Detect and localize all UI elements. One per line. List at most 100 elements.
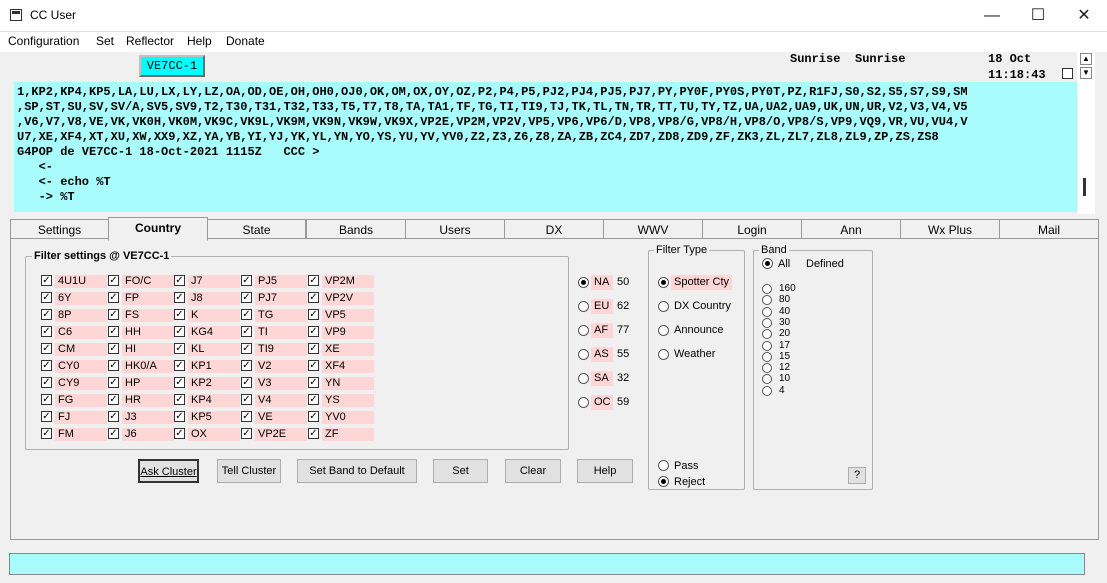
help-button[interactable]: Help bbox=[577, 459, 633, 483]
country-checkbox[interactable]: ✓ YN bbox=[308, 377, 374, 391]
close-button[interactable]: ✕ bbox=[1061, 0, 1107, 31]
menu-reflector[interactable]: Reflector bbox=[126, 34, 174, 48]
country-checkbox[interactable]: ✓ ZF bbox=[308, 428, 374, 442]
country-checkbox[interactable]: ✓ VP9 bbox=[308, 326, 374, 340]
tab-state[interactable]: State bbox=[207, 219, 306, 240]
set-band-default-button[interactable]: Set Band to Default bbox=[297, 459, 417, 483]
country-checkbox[interactable]: ✓ FJ bbox=[41, 411, 107, 425]
checkmark-icon[interactable]: ✓ bbox=[241, 377, 252, 388]
checkmark-icon[interactable]: ✓ bbox=[108, 292, 119, 303]
country-checkbox[interactable]: ✓ HH bbox=[108, 326, 174, 340]
checkmark-icon[interactable]: ✓ bbox=[41, 343, 52, 354]
clear-button[interactable]: Clear bbox=[505, 459, 561, 483]
checkmark-icon[interactable]: ✓ bbox=[41, 309, 52, 320]
band-radio[interactable] bbox=[762, 284, 772, 294]
country-checkbox[interactable]: ✓ HK0/A bbox=[108, 360, 174, 374]
checkmark-icon[interactable]: ✓ bbox=[108, 326, 119, 337]
country-checkbox[interactable]: ✓ OX bbox=[174, 428, 240, 442]
checkmark-icon[interactable]: ✓ bbox=[174, 394, 185, 405]
country-checkbox[interactable]: ✓ VP2E bbox=[241, 428, 307, 442]
country-checkbox[interactable]: ✓ CY9 bbox=[41, 377, 107, 391]
small-toggle-box[interactable] bbox=[1062, 68, 1073, 79]
checkmark-icon[interactable]: ✓ bbox=[41, 275, 52, 286]
checkmark-icon[interactable]: ✓ bbox=[108, 377, 119, 388]
checkmark-icon[interactable]: ✓ bbox=[174, 360, 185, 371]
tab-country[interactable]: Country bbox=[108, 217, 208, 241]
band-radio[interactable] bbox=[762, 351, 772, 362]
set-button[interactable]: Set bbox=[433, 459, 488, 483]
scroll-thumb[interactable] bbox=[1083, 178, 1086, 196]
country-checkbox[interactable]: ✓ 8P bbox=[41, 309, 107, 323]
checkmark-icon[interactable]: ✓ bbox=[308, 377, 319, 388]
continent-radio[interactable] bbox=[578, 301, 589, 312]
checkmark-icon[interactable]: ✓ bbox=[308, 309, 319, 320]
checkmark-icon[interactable]: ✓ bbox=[174, 343, 185, 354]
checkmark-icon[interactable]: ✓ bbox=[41, 377, 52, 388]
country-checkbox[interactable]: ✓ VP2V bbox=[308, 292, 374, 306]
checkmark-icon[interactable]: ✓ bbox=[241, 428, 252, 439]
country-checkbox[interactable]: ✓ KP1 bbox=[174, 360, 240, 374]
scroll-up-icon[interactable]: ▲ bbox=[1080, 53, 1092, 65]
tab-ann[interactable]: Ann bbox=[801, 219, 901, 240]
country-checkbox[interactable]: ✓ VE bbox=[241, 411, 307, 425]
country-checkbox[interactable]: ✓ VP5 bbox=[308, 309, 374, 323]
band-all-radio[interactable] bbox=[762, 258, 773, 269]
checkmark-icon[interactable]: ✓ bbox=[241, 309, 252, 320]
menu-configuration[interactable]: Configuration bbox=[8, 34, 79, 48]
band-radio[interactable] bbox=[762, 340, 772, 351]
filter-type-radio[interactable] bbox=[658, 349, 669, 360]
checkmark-icon[interactable]: ✓ bbox=[41, 326, 52, 337]
country-checkbox[interactable]: ✓ HP bbox=[108, 377, 174, 391]
checkmark-icon[interactable]: ✓ bbox=[241, 292, 252, 303]
country-checkbox[interactable]: ✓ XF4 bbox=[308, 360, 374, 374]
country-checkbox[interactable]: ✓ V4 bbox=[241, 394, 307, 408]
filter-type-radio[interactable] bbox=[658, 277, 669, 288]
country-checkbox[interactable]: ✓ KL bbox=[174, 343, 240, 357]
country-checkbox[interactable]: ✓ FG bbox=[41, 394, 107, 408]
scroll-down-icon[interactable]: ▼ bbox=[1080, 67, 1092, 79]
maximize-button[interactable]: ☐ bbox=[1015, 0, 1061, 31]
tab-mail[interactable]: Mail bbox=[999, 219, 1099, 240]
country-checkbox[interactable]: ✓ 4U1U bbox=[41, 275, 107, 289]
checkmark-icon[interactable]: ✓ bbox=[308, 292, 319, 303]
country-checkbox[interactable]: ✓ XE bbox=[308, 343, 374, 357]
band-help-button[interactable]: ? bbox=[848, 467, 866, 484]
country-checkbox[interactable]: ✓ J7 bbox=[174, 275, 240, 289]
checkmark-icon[interactable]: ✓ bbox=[108, 343, 119, 354]
continent-radio[interactable] bbox=[578, 397, 589, 408]
checkmark-icon[interactable]: ✓ bbox=[308, 428, 319, 439]
checkmark-icon[interactable]: ✓ bbox=[174, 377, 185, 388]
checkmark-icon[interactable]: ✓ bbox=[108, 394, 119, 405]
country-checkbox[interactable]: ✓ FO/C bbox=[108, 275, 174, 289]
country-checkbox[interactable]: ✓ CY0 bbox=[41, 360, 107, 374]
band-radio[interactable] bbox=[762, 317, 772, 328]
tab-login[interactable]: Login bbox=[702, 219, 802, 240]
country-checkbox[interactable]: ✓ TG bbox=[241, 309, 307, 323]
menu-donate[interactable]: Donate bbox=[226, 34, 265, 48]
country-checkbox[interactable]: ✓ HR bbox=[108, 394, 174, 408]
checkmark-icon[interactable]: ✓ bbox=[41, 292, 52, 303]
checkmark-icon[interactable]: ✓ bbox=[174, 309, 185, 320]
country-checkbox[interactable]: ✓ J6 bbox=[108, 428, 174, 442]
checkmark-icon[interactable]: ✓ bbox=[174, 292, 185, 303]
continent-radio[interactable] bbox=[578, 373, 589, 384]
tell-cluster-button[interactable]: Tell Cluster bbox=[217, 459, 281, 483]
country-checkbox[interactable]: ✓ YV0 bbox=[308, 411, 374, 425]
country-checkbox[interactable]: ✓ FS bbox=[108, 309, 174, 323]
tab-wwv[interactable]: WWV bbox=[603, 219, 703, 240]
tab-settings[interactable]: Settings bbox=[10, 219, 109, 240]
tab-users[interactable]: Users bbox=[405, 219, 505, 240]
country-checkbox[interactable]: ✓ YS bbox=[308, 394, 374, 408]
country-checkbox[interactable]: ✓ KP2 bbox=[174, 377, 240, 391]
country-checkbox[interactable]: ✓ C6 bbox=[41, 326, 107, 340]
checkmark-icon[interactable]: ✓ bbox=[108, 275, 119, 286]
checkmark-icon[interactable]: ✓ bbox=[108, 360, 119, 371]
checkmark-icon[interactable]: ✓ bbox=[241, 360, 252, 371]
continent-radio[interactable] bbox=[578, 349, 589, 360]
country-checkbox[interactable]: ✓ J8 bbox=[174, 292, 240, 306]
country-checkbox[interactable]: ✓ VP2M bbox=[308, 275, 374, 289]
checkmark-icon[interactable]: ✓ bbox=[174, 428, 185, 439]
filter-type-radio[interactable] bbox=[658, 301, 669, 312]
menu-set[interactable]: Set bbox=[96, 34, 114, 48]
checkmark-icon[interactable]: ✓ bbox=[308, 394, 319, 405]
